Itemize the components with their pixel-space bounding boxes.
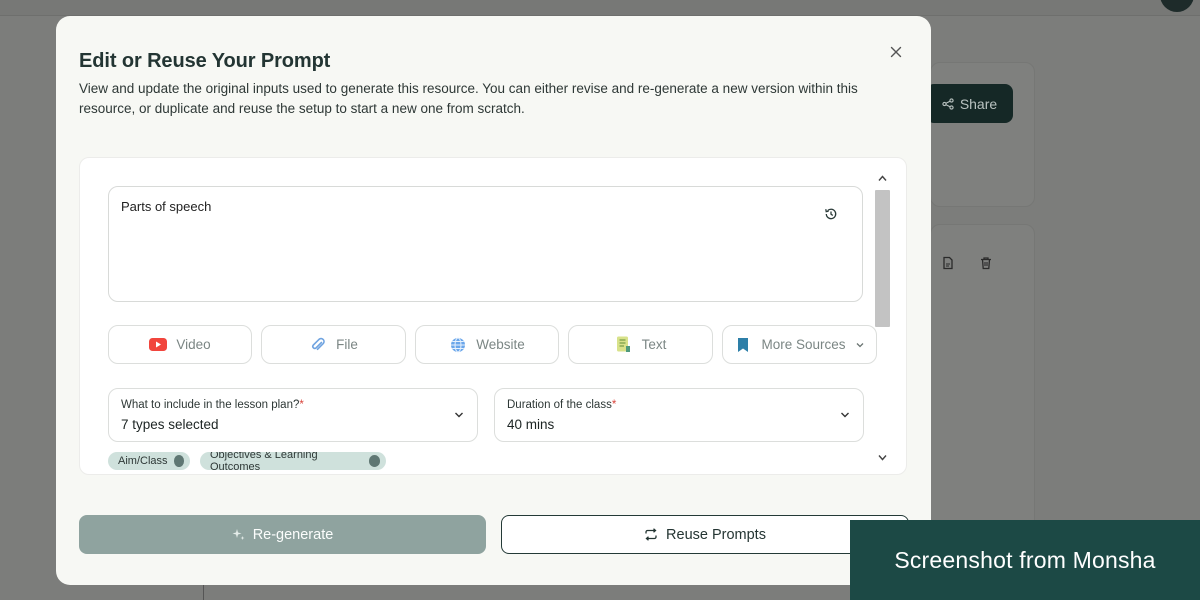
video-source-label: Video [176, 337, 211, 352]
prompt-inputs-panel: Parts of speech Video File Website Text [79, 157, 907, 475]
reuse-prompts-label: Reuse Prompts [666, 526, 766, 543]
type-chip: Objectives & Learning Outcomes [200, 452, 386, 470]
type-chip: Aim/Class [108, 452, 190, 470]
prompt-text: Parts of speech [121, 199, 212, 214]
sparkle-icon [232, 529, 245, 540]
prompt-textarea[interactable]: Parts of speech [108, 186, 863, 302]
reuse-prompts-button[interactable]: Reuse Prompts [501, 515, 909, 554]
website-source-label: Website [476, 337, 525, 352]
file-source-button[interactable]: File [261, 325, 406, 364]
scroll-up-arrow-icon[interactable] [878, 174, 887, 183]
duration-select-label: Duration of the class* [507, 399, 616, 411]
repeat-icon [645, 528, 657, 541]
chevron-down-icon [455, 412, 463, 418]
chevron-down-icon [841, 412, 849, 418]
globe-icon [449, 336, 467, 354]
text-source-button[interactable]: Text [568, 325, 713, 364]
chip-label: Objectives & Learning Outcomes [210, 452, 318, 470]
background-card [930, 224, 1035, 544]
duration-select-value: 40 mins [507, 417, 555, 432]
panel-scrollbar[interactable] [874, 172, 891, 462]
scroll-down-arrow-icon[interactable] [878, 453, 887, 462]
modal-description: View and update the original inputs used… [79, 81, 858, 116]
duration-label-text: Duration of the class [507, 399, 612, 411]
text-source-label: Text [641, 337, 667, 352]
document-icon [943, 256, 953, 270]
close-button[interactable] [887, 43, 905, 61]
background-topbar [0, 0, 1200, 16]
required-mark: * [299, 399, 304, 411]
regenerate-button[interactable]: Re-generate [79, 515, 486, 554]
lesson-plan-select-value: 7 types selected [121, 417, 219, 432]
remove-chip-icon[interactable] [368, 455, 380, 467]
website-source-button[interactable]: Website [415, 325, 559, 364]
close-icon [890, 46, 902, 58]
selected-types-chips: Aim/Class Objectives & Learning Outcomes [108, 452, 386, 470]
text-doc-icon [615, 336, 633, 354]
regenerate-label: Re-generate [252, 526, 334, 543]
lesson-plan-label-text: What to include in the lesson plan? [121, 399, 300, 411]
watermark-banner: Screenshot from Monsha [850, 520, 1200, 600]
file-source-label: File [336, 337, 358, 352]
chevron-down-icon [856, 342, 863, 347]
trash-icon [981, 257, 991, 270]
edit-prompt-modal: Edit or Reuse Your Prompt View and updat… [56, 16, 931, 585]
lesson-plan-select[interactable]: What to include in the lesson plan?* 7 t… [108, 388, 478, 442]
modal-title: Edit or Reuse Your Prompt [79, 50, 331, 72]
duration-select[interactable]: Duration of the class* 40 mins [494, 388, 864, 442]
source-buttons: Video File Website Text More Sources [108, 325, 877, 364]
lesson-plan-select-label: What to include in the lesson plan?* [121, 399, 304, 411]
paperclip-icon [309, 336, 327, 354]
more-sources-label: More Sources [761, 337, 846, 352]
scrollbar-thumb[interactable] [875, 190, 890, 327]
share-label: Share [959, 95, 998, 112]
remove-chip-icon[interactable] [173, 455, 184, 467]
bookmark-icon [734, 336, 752, 354]
chip-label: Aim/Class [118, 455, 168, 467]
video-source-button[interactable]: Video [108, 325, 252, 364]
background-divider [203, 584, 204, 600]
required-mark: * [611, 399, 617, 411]
video-icon [149, 336, 168, 354]
history-icon[interactable] [824, 207, 838, 221]
share-icon [942, 97, 954, 110]
more-sources-button[interactable]: More Sources [722, 325, 877, 364]
background-share-button: Share [926, 84, 1013, 123]
